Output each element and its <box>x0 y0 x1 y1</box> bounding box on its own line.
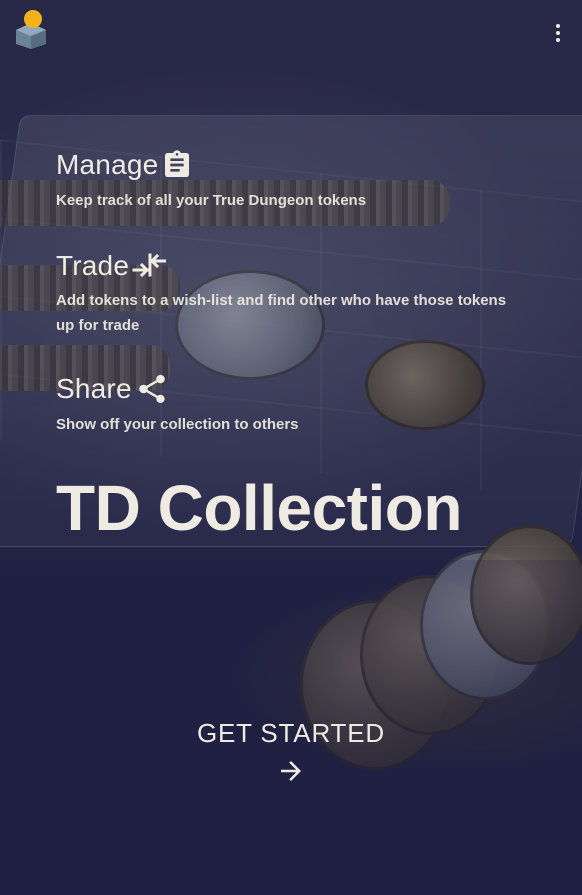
feature-description: Add tokens to a wish-list and find other… <box>56 292 507 334</box>
feature-title: Share <box>56 373 132 404</box>
menu-dot <box>556 38 560 42</box>
more-vert-icon[interactable] <box>548 20 568 46</box>
feature-title: Trade <box>56 250 130 281</box>
cube-token-logo-icon <box>13 9 49 49</box>
feature-description: Show off your collection to others <box>56 416 299 433</box>
get-started-button[interactable]: GET STARTED <box>0 716 582 786</box>
feature-trade: Trade Add tokens to a wish-list and find… <box>56 250 526 338</box>
swap-arrows-icon <box>132 253 167 278</box>
feature-title-row: Manage <box>56 148 526 182</box>
arrow-right-icon <box>281 761 301 781</box>
menu-dot <box>556 24 560 28</box>
app-title: TD Collection <box>56 472 462 544</box>
get-started-label: GET STARTED <box>197 718 385 748</box>
feature-manage: Manage Keep track of all your True Dunge… <box>56 148 526 213</box>
share-icon <box>138 374 165 404</box>
feature-title: Manage <box>56 149 159 180</box>
welcome-screen: Manage Keep track of all your True Dunge… <box>0 0 582 895</box>
menu-dot <box>556 31 560 35</box>
feature-title-row: Trade <box>56 250 526 282</box>
feature-description: Keep track of all your True Dungeon toke… <box>56 192 367 209</box>
feature-title-row: Share <box>56 372 526 406</box>
feature-share: Share Show off your collection to others <box>56 372 526 437</box>
clipboard-icon <box>165 150 190 177</box>
